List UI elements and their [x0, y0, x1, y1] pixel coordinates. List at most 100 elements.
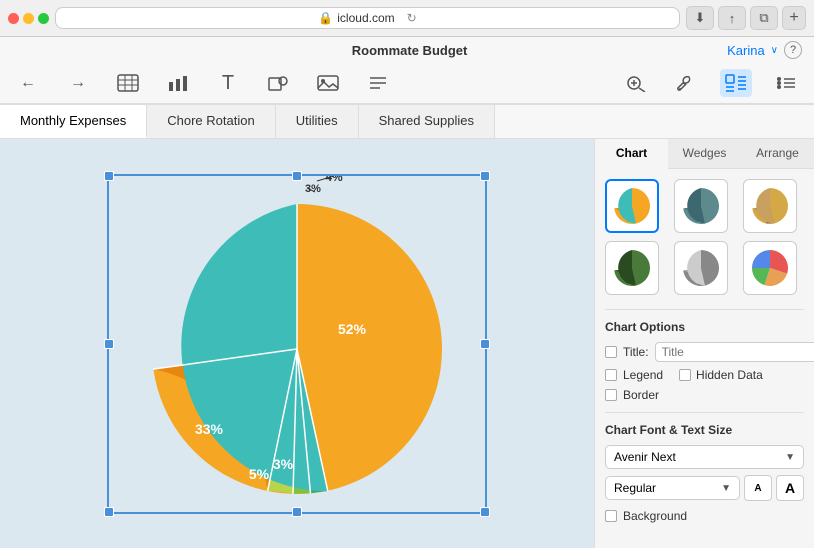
- chart-icon: [167, 74, 189, 92]
- label-52: 52%: [338, 321, 367, 337]
- pie-chart: 52% 33% 5% 3% 4% 3%: [107, 174, 487, 514]
- chart-style-grid: [605, 179, 804, 295]
- app-title-bar: Roommate Budget Karina ∨ ?: [0, 37, 814, 63]
- font-family-value: Avenir Next: [614, 450, 676, 464]
- panel-tab-chart[interactable]: Chart: [595, 139, 668, 169]
- comment-button[interactable]: [362, 69, 394, 97]
- wrench-icon: [675, 74, 697, 92]
- label-33: 33%: [195, 421, 224, 437]
- divider-1: [605, 309, 804, 310]
- style-thumb-3[interactable]: [743, 179, 797, 233]
- style-thumb-icon-1: [609, 183, 655, 229]
- style-thumb-2[interactable]: [674, 179, 728, 233]
- chart-area[interactable]: 52% 33% 5% 3% 4% 3%: [0, 139, 594, 548]
- comment-icon: [367, 74, 389, 92]
- title-checkbox[interactable]: [605, 346, 617, 358]
- share-button[interactable]: ↑: [718, 6, 746, 30]
- decrease-font-button[interactable]: A: [744, 475, 772, 501]
- font-family-chevron-icon: ▼: [785, 452, 795, 463]
- background-label: Background: [623, 509, 687, 523]
- sidebar-icon: [775, 74, 797, 92]
- label-4-outer: 4%: [325, 174, 343, 184]
- text-button[interactable]: T: [212, 69, 244, 97]
- style-thumb-icon-4: [609, 245, 655, 291]
- username: Karina: [727, 43, 765, 58]
- font-style-chevron-icon: ▼: [721, 483, 731, 494]
- background-checkbox[interactable]: [605, 510, 617, 522]
- legend-row: Legend Hidden Data: [605, 368, 804, 382]
- panel-tabs: Chart Wedges Arrange: [595, 139, 814, 169]
- chart-options-title: Chart Options: [605, 320, 804, 334]
- sheet-tabs: Monthly Expenses Chore Rotation Utilitie…: [0, 105, 814, 139]
- border-label: Border: [623, 388, 659, 402]
- panel-tab-arrange[interactable]: Arrange: [741, 139, 814, 168]
- user-area[interactable]: Karina ∨ ?: [727, 41, 802, 59]
- style-thumb-5[interactable]: [674, 241, 728, 295]
- label-3b-outer: 3%: [305, 183, 321, 195]
- tab-utilities[interactable]: Utilities: [276, 105, 359, 138]
- hidden-data-label: Hidden Data: [696, 368, 763, 382]
- style-thumb-icon-2: [678, 183, 724, 229]
- style-thumb-icon-5: [678, 245, 724, 291]
- format-panel-button[interactable]: [720, 69, 752, 97]
- shape-icon: [268, 74, 288, 92]
- download-button[interactable]: ⬇: [686, 6, 714, 30]
- panel-content: Chart Options Title: Legend Hidden Data …: [595, 169, 814, 533]
- right-panel: Chart Wedges Arrange: [594, 139, 814, 548]
- magnify-button[interactable]: [620, 69, 652, 97]
- font-family-dropdown[interactable]: Avenir Next ▼: [605, 445, 804, 469]
- tab-shared-supplies[interactable]: Shared Supplies: [359, 105, 495, 138]
- hidden-data-checkbox[interactable]: [679, 369, 691, 381]
- legend-checkbox[interactable]: [605, 369, 617, 381]
- legend-label: Legend: [623, 368, 663, 382]
- style-thumb-icon-3: [747, 183, 793, 229]
- font-section-title: Chart Font & Text Size: [605, 423, 804, 437]
- increase-font-button[interactable]: A: [776, 475, 804, 501]
- reload-icon[interactable]: ↻: [407, 11, 417, 25]
- sidebar-button[interactable]: [770, 69, 802, 97]
- title-option-row: Title:: [605, 342, 804, 362]
- font-style-value: Regular: [614, 481, 656, 495]
- font-style-dropdown[interactable]: Regular ▼: [605, 476, 740, 500]
- style-thumb-4[interactable]: [605, 241, 659, 295]
- chart-container: 52% 33% 5% 3% 4% 3%: [107, 174, 487, 514]
- lock-icon: 🔒: [318, 11, 333, 25]
- table-icon: [117, 74, 139, 92]
- label-3a: 3%: [273, 456, 294, 472]
- undo-button[interactable]: ←: [12, 69, 44, 97]
- app-title: Roommate Budget: [92, 43, 727, 58]
- background-row: Background: [605, 509, 804, 523]
- new-tab-button[interactable]: +: [782, 6, 806, 30]
- format-panel-icon: [725, 74, 747, 92]
- chart-button[interactable]: [162, 69, 194, 97]
- divider-2: [605, 412, 804, 413]
- app-header: Roommate Budget Karina ∨ ? ← → T: [0, 37, 814, 105]
- browser-chrome: 🔒 icloud.com ↻ ⬇ ↑ ⧉ +: [0, 0, 814, 37]
- border-checkbox[interactable]: [605, 389, 617, 401]
- table-button[interactable]: [112, 69, 144, 97]
- panel-tab-wedges[interactable]: Wedges: [668, 139, 741, 168]
- address-text: icloud.com: [337, 11, 394, 25]
- redo-button[interactable]: →: [62, 69, 94, 97]
- title-label: Title:: [623, 345, 649, 359]
- image-icon: [317, 74, 339, 92]
- user-chevron-icon: ∨: [771, 45, 778, 56]
- wrench-button[interactable]: [670, 69, 702, 97]
- help-button[interactable]: ?: [784, 41, 802, 59]
- browser-buttons: ⬇ ↑ ⧉ +: [686, 6, 806, 30]
- shape-button[interactable]: [262, 69, 294, 97]
- font-size-row: Regular ▼ A A: [605, 475, 804, 501]
- style-thumb-6[interactable]: [743, 241, 797, 295]
- magnify-icon: [625, 74, 647, 92]
- toolbar: ← → T: [0, 63, 814, 104]
- border-row: Border: [605, 388, 804, 402]
- title-input[interactable]: [655, 342, 814, 362]
- tab-monthly-expenses[interactable]: Monthly Expenses: [0, 105, 147, 138]
- tab-chore-rotation[interactable]: Chore Rotation: [147, 105, 275, 138]
- style-thumb-1[interactable]: [605, 179, 659, 233]
- tab-manager-button[interactable]: ⧉: [750, 6, 778, 30]
- image-button[interactable]: [312, 69, 344, 97]
- main-area: 52% 33% 5% 3% 4% 3% Chart Wedges Arrange: [0, 139, 814, 548]
- address-bar[interactable]: 🔒 icloud.com ↻: [55, 7, 680, 29]
- label-5: 5%: [249, 466, 270, 482]
